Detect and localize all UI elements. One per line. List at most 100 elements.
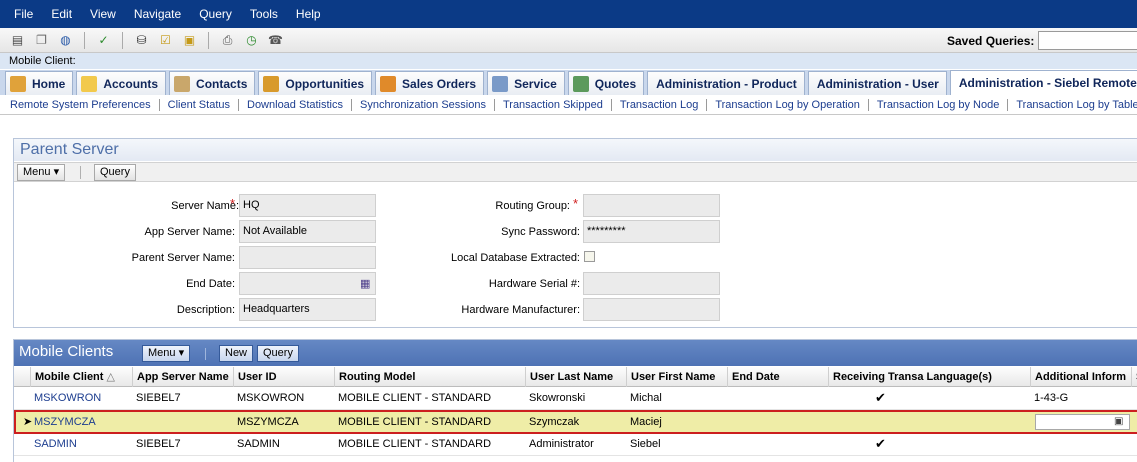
parent-server-name-field[interactable] xyxy=(239,246,376,269)
column-header-end-date[interactable]: End Date xyxy=(727,367,828,387)
first-name-cell: Michal xyxy=(630,392,662,404)
description-field[interactable]: Headquarters xyxy=(239,298,376,321)
tab-admin-product[interactable]: Administration - Product xyxy=(647,71,805,95)
link-transaction-log[interactable]: Transaction Log xyxy=(620,98,708,111)
column-header-s[interactable]: S xyxy=(1131,367,1137,387)
menu-edit[interactable]: Edit xyxy=(51,7,72,21)
app-server-name-field[interactable]: Not Available xyxy=(239,220,376,243)
tab-admin-siebel-remote[interactable]: Administration - Siebel Remote xyxy=(949,70,1137,95)
applet-header: Parent Server xyxy=(14,139,1137,161)
toolbar-separator xyxy=(84,31,85,49)
sync-password-field[interactable]: ********* xyxy=(583,220,720,243)
new-record-icon[interactable]: ▤ xyxy=(9,32,26,49)
print-icon[interactable]: ⎙ xyxy=(219,32,236,49)
tab-contacts[interactable]: Contacts xyxy=(169,71,256,95)
applet-title: Mobile Clients xyxy=(19,343,114,360)
menu-file[interactable]: File xyxy=(14,7,33,21)
hardware-manufacturer-field[interactable] xyxy=(583,298,720,321)
menu-tools[interactable]: Tools xyxy=(250,7,278,21)
link-transaction-log-by-table[interactable]: Transaction Log by Table xyxy=(1016,99,1137,111)
copy-icon[interactable]: ❐ xyxy=(33,32,50,49)
calendar-icon[interactable]: ▦ xyxy=(360,277,370,290)
tab-label: Administration - Siebel Remote xyxy=(958,76,1137,90)
parent-server-name-label: Parent Server Name: xyxy=(131,252,235,264)
tab-accounts[interactable]: Accounts xyxy=(76,71,167,95)
local-db-extracted-checkbox[interactable] xyxy=(584,251,595,262)
contacts-icon xyxy=(174,75,191,92)
task-icon[interactable]: ☑ xyxy=(157,32,174,49)
context-label: Mobile Client: xyxy=(0,53,1137,69)
link-download-statistics[interactable]: Download Statistics xyxy=(247,98,352,111)
phone-icon[interactable]: ☎ xyxy=(267,32,284,49)
description-label: Description: xyxy=(176,304,235,316)
new-button[interactable]: New xyxy=(219,345,254,362)
tab-opportunities[interactable]: Opportunities xyxy=(258,71,373,95)
server-name-field[interactable]: HQ xyxy=(239,194,376,217)
link-remote-system-preferences[interactable]: Remote System Preferences xyxy=(10,98,160,111)
column-header-mobile-client[interactable]: Mobile Client △ xyxy=(30,367,132,387)
mobile-client-link[interactable]: MSKOWRON xyxy=(30,388,132,408)
menu-help[interactable]: Help xyxy=(296,7,321,21)
hardware-serial-field[interactable] xyxy=(583,272,720,295)
menu-query[interactable]: Query xyxy=(199,7,232,21)
column-header-additional-information[interactable]: Additional Inform xyxy=(1030,367,1131,387)
tab-label: Quotes xyxy=(594,76,637,91)
menu-button[interactable]: Menu ▾ xyxy=(142,345,191,362)
mobile-client-link[interactable]: MSZYMCZA xyxy=(30,412,132,432)
column-header-app-server-name[interactable]: App Server Name xyxy=(132,367,233,387)
column-header-user-id[interactable]: User ID xyxy=(233,367,334,387)
tab-sales-orders[interactable]: Sales Orders xyxy=(375,71,485,95)
mobile-clients-applet: Mobile Clients Menu ▾ New Query Mobile C… xyxy=(13,339,1137,462)
query-button[interactable]: Query xyxy=(257,345,299,362)
link-transaction-skipped[interactable]: Transaction Skipped xyxy=(503,98,612,111)
applet-header: Mobile Clients Menu ▾ New Query xyxy=(14,340,1137,366)
app-server-cell xyxy=(132,412,233,432)
table-row[interactable]: MSKOWRON SIEBEL7 MSKOWRON MOBILE CLIENT … xyxy=(14,388,1137,410)
menu-navigate[interactable]: Navigate xyxy=(134,7,181,21)
column-header-user-first-name[interactable]: User First Name xyxy=(626,367,727,387)
picker-icon[interactable]: ▣ xyxy=(1114,416,1123,427)
table-row[interactable]: SADMIN SIEBEL7 SADMIN MOBILE CLIENT - ST… xyxy=(14,434,1137,456)
query-button[interactable]: Query xyxy=(94,164,136,181)
globe-icon[interactable]: ◍ xyxy=(57,32,74,49)
saved-queries-select[interactable] xyxy=(1038,31,1137,50)
end-date-field[interactable] xyxy=(239,272,376,295)
column-header-receiving-transactions[interactable]: Receiving Transa Language(s) xyxy=(828,367,1030,387)
first-name-cell: Maciej xyxy=(630,416,662,428)
tab-label: Opportunities xyxy=(285,76,365,91)
separator xyxy=(205,348,206,360)
sort-asc-icon: △ xyxy=(106,371,115,383)
separator xyxy=(80,166,81,179)
mobile-client-link[interactable]: SADMIN xyxy=(30,434,132,454)
column-header-routing-model[interactable]: Routing Model xyxy=(334,367,525,387)
tab-service[interactable]: Service xyxy=(487,71,565,95)
tab-home[interactable]: Home xyxy=(5,71,74,95)
folder-icon xyxy=(81,75,98,92)
routing-group-field[interactable] xyxy=(583,194,720,217)
saved-queries-label: Saved Queries: xyxy=(947,34,1035,48)
find-icon[interactable]: ⛁ xyxy=(133,32,150,49)
notes-icon[interactable]: ▣ xyxy=(181,32,198,49)
button-label: Menu xyxy=(23,166,51,178)
last-name-cell: Skowronski xyxy=(529,392,586,404)
check-icon[interactable]: ✓ xyxy=(95,32,112,49)
check-mark-icon: ✔ xyxy=(875,390,886,405)
tab-admin-user[interactable]: Administration - User xyxy=(807,71,947,95)
clock-icon[interactable]: ◷ xyxy=(243,32,260,49)
toolbar-separator xyxy=(208,31,209,49)
menu-view[interactable]: View xyxy=(90,7,116,21)
caret-down-icon: ▾ xyxy=(178,347,185,359)
hardware-manufacturer-label: Hardware Manufacturer: xyxy=(461,304,580,316)
menu-button[interactable]: Menu ▾ xyxy=(17,164,66,181)
screen-tabs: Home Accounts Contacts Opportunities Sal… xyxy=(0,70,1137,95)
required-icon: * xyxy=(230,196,236,211)
table-row-selected[interactable]: ➤ MSZYMCZA MSZYMCZA MOBILE CLIENT - STAN… xyxy=(14,410,1137,434)
additional-info-cell: 1-43-G xyxy=(1034,392,1069,404)
link-transaction-log-by-operation[interactable]: Transaction Log by Operation xyxy=(715,98,869,111)
link-transaction-log-by-node[interactable]: Transaction Log by Node xyxy=(877,98,1009,111)
tab-quotes[interactable]: Quotes xyxy=(567,71,645,95)
link-synchronization-sessions[interactable]: Synchronization Sessions xyxy=(360,98,495,111)
column-header-user-last-name[interactable]: User Last Name xyxy=(525,367,626,387)
tab-label: Accounts xyxy=(103,76,159,91)
link-client-status[interactable]: Client Status xyxy=(168,98,239,111)
